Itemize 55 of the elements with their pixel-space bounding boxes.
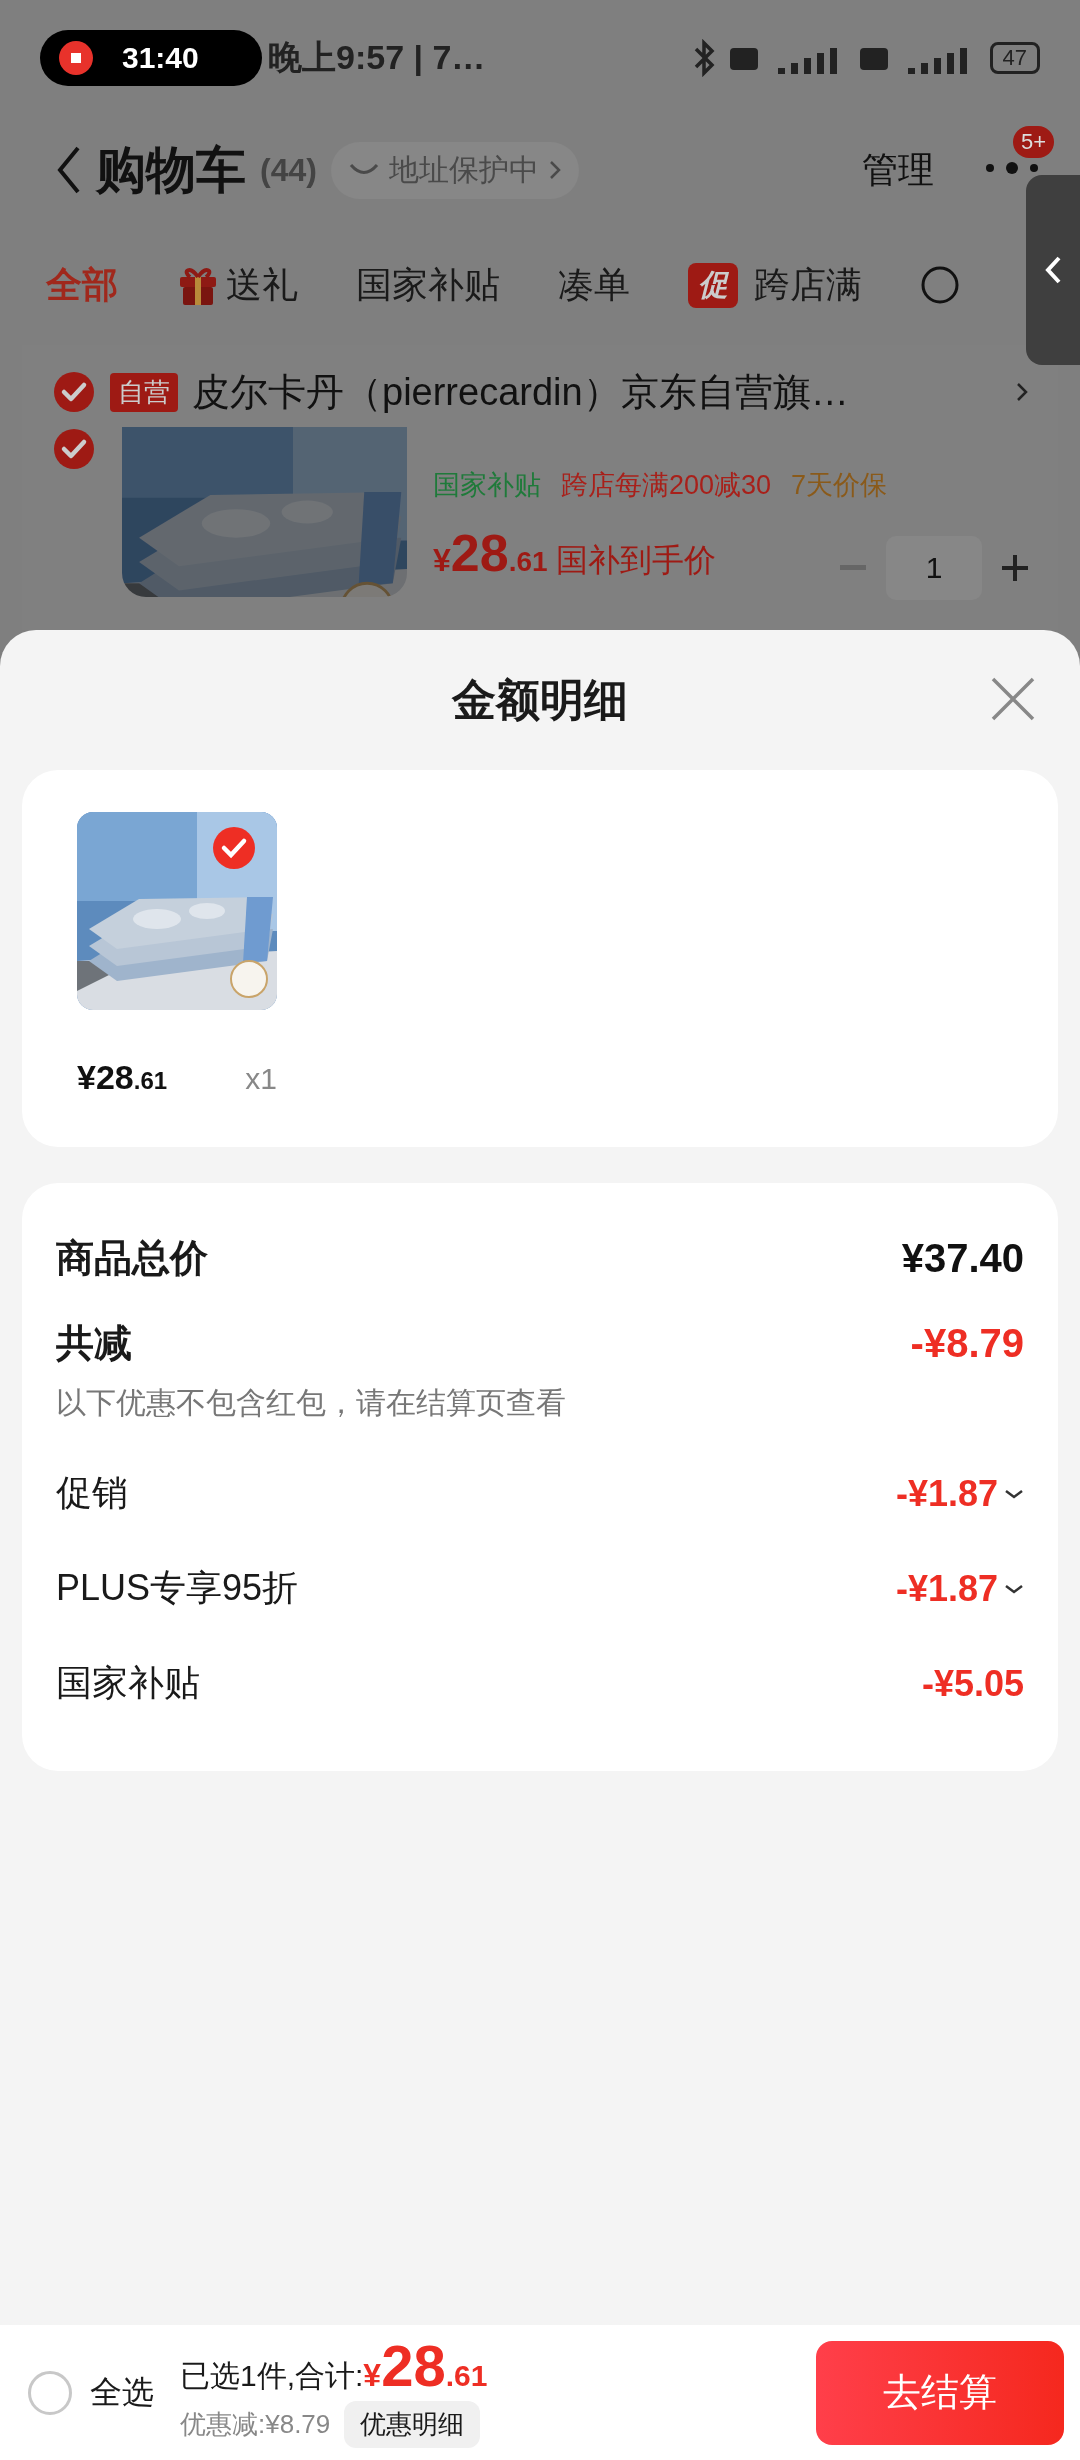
promo-tag: 国家补贴 [433,467,541,503]
chevron-down-icon[interactable] [1004,1487,1024,1500]
price-note: 国补到手价 [555,541,716,580]
battery-level: 47 [989,41,1040,74]
item-quantity: x1 [245,1062,277,1096]
chevron-left-icon [1044,255,1062,285]
address-badge[interactable]: 地址保护中 [330,141,579,199]
back-icon[interactable] [56,145,82,195]
item-price: ¥28.61 [433,523,548,583]
plus-icon[interactable] [1002,555,1028,581]
promo-badge: 促 [688,262,738,308]
promo-tag: 跨店每满200减30 [561,467,772,503]
savings-text: 优惠减:¥8.79 [180,2408,331,2441]
filter-tab[interactable]: 促 跨店满 [688,260,862,310]
discount-row-label: PLUS专享95折 [56,1566,299,1610]
discount-row-label: 促销 [56,1471,128,1515]
cart-count: (44) [260,151,317,189]
side-drawer-tab[interactable] [1026,175,1080,365]
chevron-icon [548,160,561,180]
record-icon [58,39,94,76]
checkout-button[interactable]: 去结算 [816,2340,1064,2445]
notification-badge: 5+ [1012,126,1054,158]
filter-tab[interactable]: 送礼 [176,260,298,310]
sheet-title: 金额明细 [452,673,628,726]
select-all-checkbox[interactable] [28,2370,72,2415]
filter-tab[interactable]: 国家补贴 [356,260,500,310]
store-checkbox[interactable] [52,370,96,414]
store-name[interactable]: 皮尔卡丹（pierrecardin）京东自营旗… [192,366,849,418]
chevron-down-icon[interactable] [1004,1582,1024,1595]
discount-row-value: -¥1.87 [895,1567,998,1610]
more-icon[interactable] [984,160,1040,176]
filter-tab[interactable]: 凑单 [558,260,630,310]
chevron-icon [1016,382,1028,402]
discount-value: -¥8.79 [910,1320,1024,1366]
discount-detail-button[interactable]: 优惠明细 [344,2401,481,2448]
page-title: 购物车 [96,140,246,200]
discount-row-label: 国家补贴 [56,1661,200,1705]
discount-row-value: -¥1.87 [895,1472,998,1515]
quantity-field[interactable]: 1 [886,536,982,600]
selection-summary: 已选1件,合计: [180,2358,364,2394]
discount-row-value: -¥5.05 [921,1662,1024,1705]
item-price: ¥28.61 [77,1058,168,1097]
promo-tag: 7天价保 [791,467,888,503]
total-value: ¥37.40 [901,1235,1024,1281]
recording-indicator[interactable]: 31:40 [40,29,262,86]
recording-time: 31:40 [122,40,199,75]
manage-button[interactable]: 管理 [862,145,934,195]
item-checkbox[interactable] [52,427,96,471]
discount-note: 以下优惠不包含红包，请在结算页查看 [56,1385,567,1421]
status-time: 晚上9:57 | 7… [268,36,486,78]
self-operated-tag: 自营 [110,372,178,412]
total-label: 商品总价 [56,1235,208,1281]
discount-label: 共减 [56,1320,132,1366]
select-all-label: 全选 [90,2372,154,2412]
total-price: ¥28.61 [363,2337,488,2395]
